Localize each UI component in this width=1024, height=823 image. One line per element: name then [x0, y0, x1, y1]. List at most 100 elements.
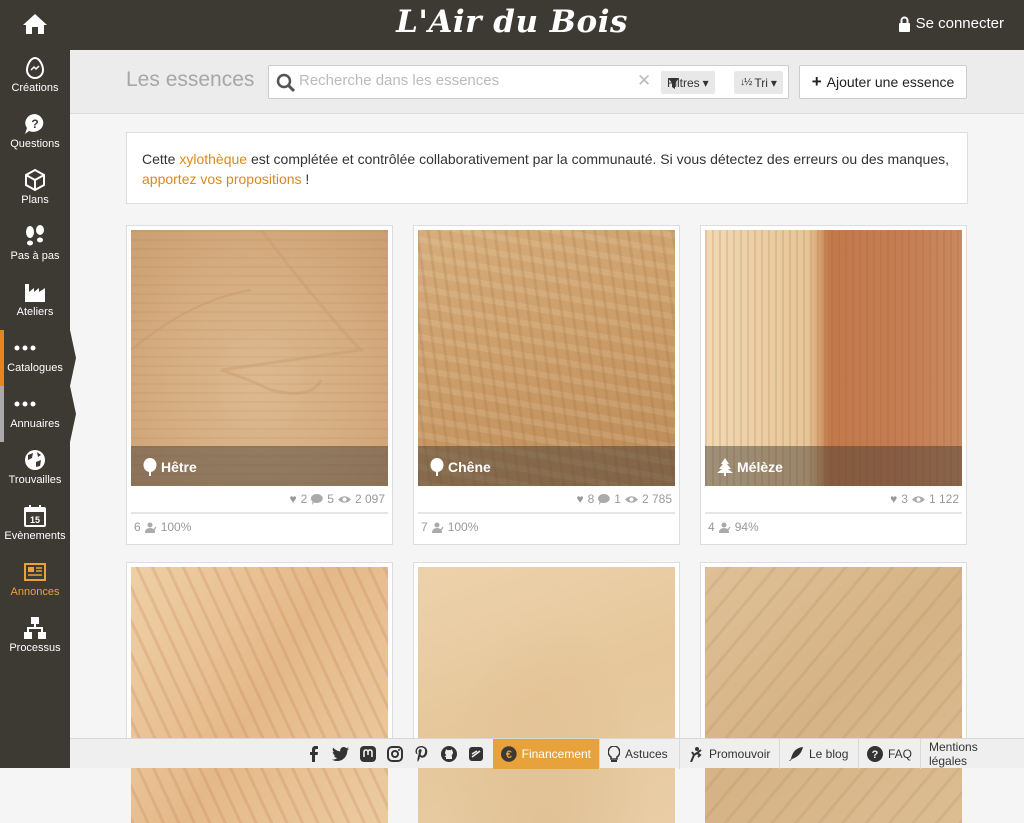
sidebar-item-creations[interactable]: Créations	[0, 50, 70, 106]
dots-icon	[14, 401, 36, 407]
sidebar-item-annuaires[interactable]: Annuaires	[0, 386, 76, 442]
page-title: Les essences	[126, 68, 255, 91]
likes-count: 8	[587, 492, 595, 506]
notice-text: !	[301, 171, 310, 187]
xylotheque-link[interactable]: xylothèque	[179, 151, 247, 167]
mastodon-icon[interactable]	[354, 739, 381, 769]
astuces-label: Astuces	[625, 747, 668, 761]
sidebar-label: Questions	[10, 138, 60, 150]
completion-percent: 100%	[447, 520, 479, 534]
sidebar-item-ateliers[interactable]: Ateliers	[0, 274, 70, 330]
calendar-day: 15	[30, 515, 40, 525]
plus-icon: +	[811, 72, 822, 91]
essence-name: Chêne	[430, 458, 491, 476]
essence-card[interactable]	[700, 562, 967, 823]
essence-label: Mélèze	[737, 459, 783, 475]
essence-card[interactable]	[126, 562, 393, 823]
sidebar-label: Pas à pas	[10, 250, 60, 262]
sitemap-icon	[24, 617, 46, 639]
financement-link[interactable]: € Financement	[493, 739, 599, 769]
feedback-icon[interactable]	[462, 739, 489, 769]
financement-label: Financement	[521, 747, 591, 761]
comments-count: 5	[327, 492, 334, 506]
facebook-icon[interactable]	[300, 739, 327, 769]
card-footer: 7 100%	[418, 514, 675, 540]
sidebar-item-trouvailles[interactable]: Trouvailles	[0, 442, 70, 498]
question-circle-icon: ?	[867, 746, 883, 762]
completion-percent: 94%	[734, 520, 759, 534]
factory-icon	[25, 284, 45, 302]
info-notice: Cette xylothèque est complétée et contrô…	[126, 132, 968, 204]
users-icon	[718, 522, 731, 533]
instagram-icon[interactable]	[381, 739, 408, 769]
add-essence-label: Ajouter une essence	[826, 74, 955, 90]
views-count: 2 785	[641, 492, 672, 506]
sidebar-item-processus[interactable]: Processus	[0, 610, 70, 666]
users-icon	[144, 522, 157, 533]
sidebar-item-pas-a-pas[interactable]: Pas à pas	[0, 218, 70, 274]
heart-icon: ♥	[576, 492, 584, 506]
lightbulb-icon	[608, 746, 620, 762]
comment-icon	[598, 493, 610, 505]
svg-text:?: ?	[872, 749, 879, 761]
promouvoir-link[interactable]: Promouvoir	[679, 739, 779, 769]
footprints-icon	[26, 225, 44, 246]
essence-card[interactable]	[413, 562, 680, 823]
login-link[interactable]: Se connecter	[898, 15, 1004, 32]
views-count: 2 097	[354, 492, 385, 506]
wood-texture-image: Mélèze	[705, 230, 962, 486]
github-icon[interactable]	[435, 739, 462, 769]
svg-text:?: ?	[31, 117, 38, 131]
card-stats: ♥ 2 5 2 097	[131, 486, 388, 514]
views-count: 1 122	[928, 492, 959, 506]
propositions-link[interactable]: apportez vos propositions	[142, 171, 302, 187]
sidebar-label: Trouvailles	[8, 474, 62, 486]
notice-text: est complétée et contrôlée collaborative…	[247, 151, 950, 167]
caret-down-icon: ▾	[770, 75, 777, 90]
blog-link[interactable]: Le blog	[779, 739, 858, 769]
sidebar-item-evenements[interactable]: 15 Evènements	[0, 498, 70, 554]
promouvoir-label: Promouvoir	[709, 747, 771, 761]
conifer-tree-icon	[717, 458, 733, 476]
heart-icon: ♥	[289, 492, 297, 506]
twitter-icon[interactable]	[327, 739, 354, 769]
filters-button[interactable]: Filtres ▾	[661, 71, 715, 94]
globe-icon	[25, 450, 45, 470]
pinterest-icon[interactable]	[408, 739, 435, 769]
sort-numeric-icon: ↓½	[740, 77, 752, 88]
wood-texture-image: Hêtre	[131, 230, 388, 486]
caret-down-icon: ▾	[702, 75, 709, 90]
essence-card-hetre[interactable]: Hêtre ♥ 2 5 2 097 6 100%	[126, 225, 393, 545]
calendar-icon: 15	[24, 505, 46, 527]
sidebar-item-plans[interactable]: Plans	[0, 162, 70, 218]
sidebar-label: Ateliers	[16, 306, 54, 318]
astuces-link[interactable]: Astuces	[599, 739, 679, 769]
add-essence-button[interactable]: + Ajouter une essence	[799, 65, 967, 99]
feather-icon	[789, 747, 803, 761]
essence-card-meleze[interactable]: Mélèze ♥ 3 1 122 4 94%	[700, 225, 967, 545]
svg-text:€: €	[506, 749, 512, 761]
sort-button[interactable]: ↓½ Tri ▾	[734, 71, 783, 94]
sidebar-item-questions[interactable]: ? Questions	[0, 106, 70, 162]
essence-card-chene[interactable]: Chêne ♥ 8 1 2 785 7 100%	[413, 225, 680, 545]
promote-icon	[690, 747, 702, 762]
mentions-legales-link[interactable]: Mentions légales	[920, 739, 1024, 769]
top-bar: L'Air du Bois Se connecter	[0, 0, 1024, 50]
card-stats: ♥ 8 1 2 785	[418, 486, 675, 514]
clear-icon[interactable]: ✕	[637, 71, 651, 91]
sidebar-label: Catalogues	[7, 362, 63, 374]
search-box: ✕ Filtres ▾ ↓½ Tri ▾	[268, 65, 789, 99]
faq-link[interactable]: ? FAQ	[858, 739, 920, 769]
wood-texture-image	[131, 567, 388, 823]
sidebar-item-annonces[interactable]: Annonces	[0, 554, 70, 610]
eye-icon	[911, 495, 925, 503]
site-logo[interactable]: L'Air du Bois	[0, 4, 1024, 40]
page-header: Les essences ✕ Filtres ▾ ↓½ Tri ▾ + Ajou…	[70, 50, 1024, 114]
sidebar-item-catalogues[interactable]: Catalogues	[0, 330, 76, 386]
search-input[interactable]	[299, 72, 629, 89]
eye-icon	[624, 495, 638, 503]
mentions-label: Mentions légales	[929, 740, 978, 768]
footer-bar: € Financement Astuces Promouvoir Le blog…	[70, 738, 1024, 769]
essence-label: Chêne	[448, 459, 491, 475]
login-label: Se connecter	[915, 15, 1004, 32]
